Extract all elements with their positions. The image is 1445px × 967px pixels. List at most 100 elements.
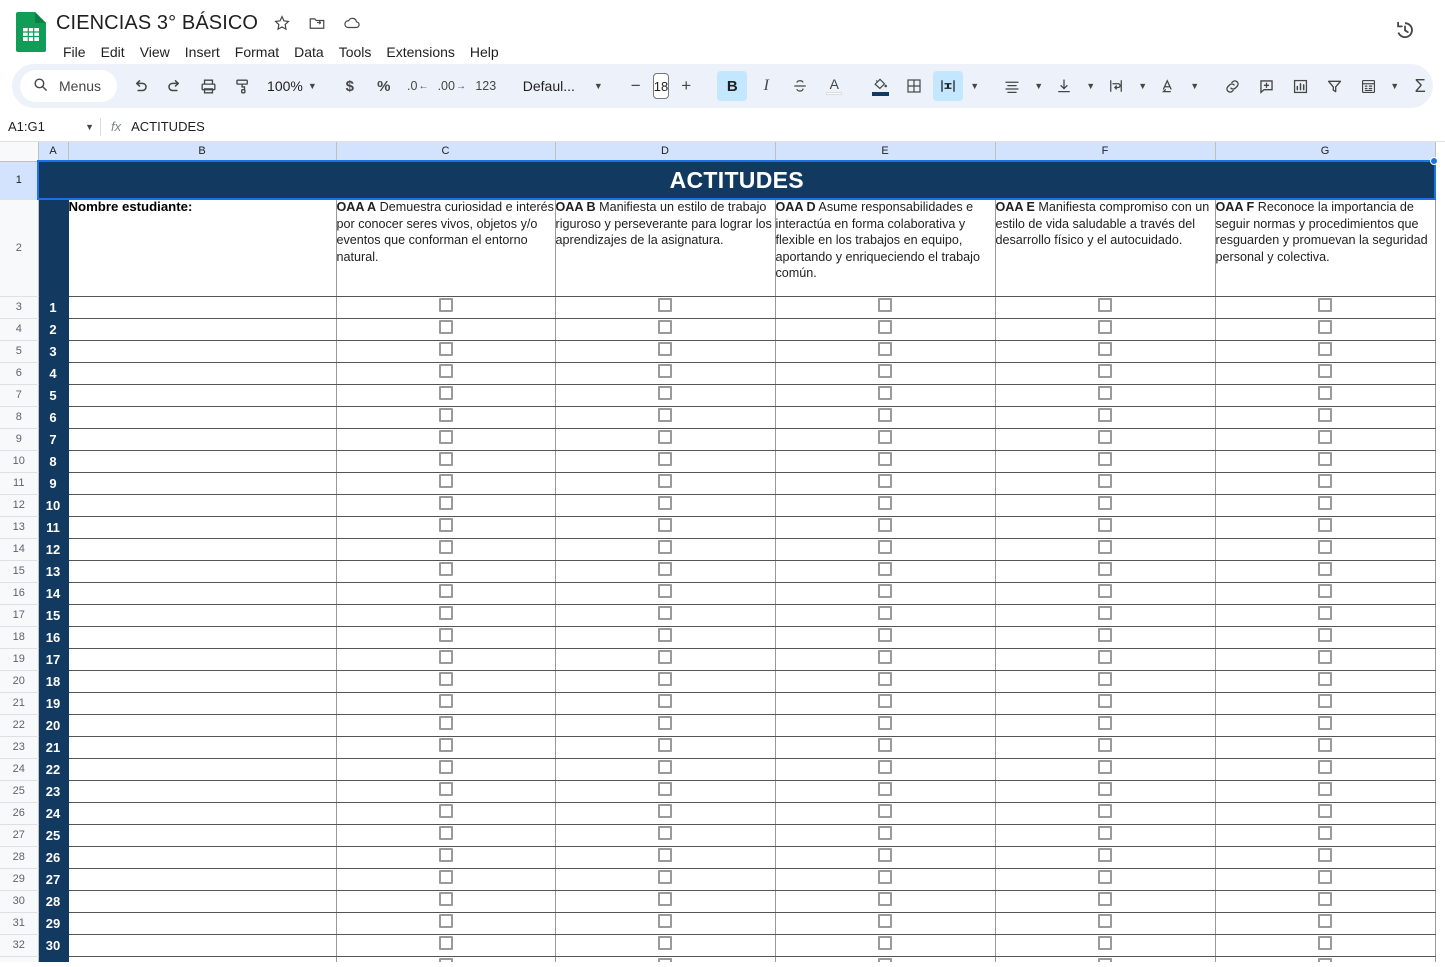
cell-checkbox[interactable] <box>775 824 996 847</box>
cell-student-name[interactable] <box>68 802 337 825</box>
row-header-31[interactable]: 31 <box>0 912 39 935</box>
cell-student-number[interactable]: 29 <box>38 912 69 935</box>
cell-checkbox[interactable] <box>336 516 556 539</box>
checkbox-unchecked-icon[interactable] <box>658 342 672 357</box>
checkbox-unchecked-icon[interactable] <box>1098 342 1112 357</box>
cell-checkbox[interactable] <box>555 934 776 957</box>
cell-checkbox[interactable] <box>1215 428 1436 451</box>
checkbox-unchecked-icon[interactable] <box>878 870 892 885</box>
checkbox-unchecked-icon[interactable] <box>878 914 892 929</box>
cell-checkbox[interactable] <box>555 626 776 649</box>
cell-nombre-estudiante[interactable]: Nombre estudiante: <box>68 199 337 297</box>
checkbox-unchecked-icon[interactable] <box>438 848 453 863</box>
cell-student-name[interactable] <box>68 516 337 539</box>
cell-student-number[interactable]: 28 <box>38 890 69 913</box>
checkbox-unchecked-icon[interactable] <box>1318 408 1332 423</box>
cell-student-number[interactable]: 5 <box>38 384 69 407</box>
checkbox-unchecked-icon[interactable] <box>438 958 453 962</box>
cell-checkbox[interactable] <box>1215 560 1436 583</box>
column-header-f[interactable]: F <box>995 142 1216 162</box>
cell-checkbox[interactable] <box>555 472 776 495</box>
cell-checkbox[interactable] <box>775 450 996 473</box>
cell-checkbox[interactable] <box>1215 846 1436 869</box>
cell-checkbox[interactable] <box>775 582 996 605</box>
cell-checkbox[interactable] <box>336 802 556 825</box>
checkbox-unchecked-icon[interactable] <box>878 320 892 335</box>
cell-checkbox[interactable] <box>1215 296 1436 319</box>
checkbox-unchecked-icon[interactable] <box>1318 474 1332 489</box>
checkbox-unchecked-icon[interactable] <box>878 782 892 797</box>
cell-checkbox[interactable] <box>555 846 776 869</box>
cell-checkbox[interactable] <box>775 516 996 539</box>
checkbox-unchecked-icon[interactable] <box>658 452 672 467</box>
checkbox-unchecked-icon[interactable] <box>878 430 892 445</box>
cell-student-number[interactable]: 3 <box>38 340 69 363</box>
cell-checkbox[interactable] <box>555 736 776 759</box>
cell-checkbox[interactable] <box>336 318 556 341</box>
undo-icon[interactable] <box>125 71 155 101</box>
checkbox-unchecked-icon[interactable] <box>878 628 892 643</box>
cell-checkbox[interactable] <box>775 692 996 715</box>
cell-student-name[interactable] <box>68 934 337 957</box>
checkbox-unchecked-icon[interactable] <box>658 782 672 797</box>
cell-checkbox[interactable] <box>995 626 1216 649</box>
cell-checkbox[interactable] <box>1215 802 1436 825</box>
checkbox-unchecked-icon[interactable] <box>658 408 672 423</box>
cell-checkbox[interactable] <box>995 340 1216 363</box>
menu-data[interactable]: Data <box>287 42 331 62</box>
checkbox-unchecked-icon[interactable] <box>438 606 453 621</box>
checkbox-unchecked-icon[interactable] <box>1098 606 1112 621</box>
cell-student-name[interactable] <box>68 296 337 319</box>
cell-checkbox[interactable] <box>336 824 556 847</box>
cell-student-name[interactable] <box>68 868 337 891</box>
row-header-13[interactable]: 13 <box>0 516 39 539</box>
row-header-6[interactable]: 6 <box>0 362 39 385</box>
checkbox-unchecked-icon[interactable] <box>1098 430 1112 445</box>
cell-checkbox[interactable] <box>775 406 996 429</box>
checkbox-unchecked-icon[interactable] <box>1098 320 1112 335</box>
checkbox-unchecked-icon[interactable] <box>658 584 672 599</box>
select-all-corner[interactable] <box>0 142 39 162</box>
checkbox-unchecked-icon[interactable] <box>1318 606 1332 621</box>
cell-student-number[interactable]: 4 <box>38 362 69 385</box>
cell-checkbox[interactable] <box>555 516 776 539</box>
checkbox-unchecked-icon[interactable] <box>438 716 453 731</box>
checkbox-unchecked-icon[interactable] <box>438 320 453 335</box>
cell-checkbox[interactable] <box>995 582 1216 605</box>
cell-checkbox[interactable] <box>336 604 556 627</box>
checkbox-unchecked-icon[interactable] <box>1318 716 1332 731</box>
cell-student-number[interactable]: 16 <box>38 626 69 649</box>
decrease-font-size-button[interactable]: − <box>621 71 651 101</box>
cell-checkbox[interactable] <box>995 362 1216 385</box>
cell-checkbox[interactable] <box>555 956 776 962</box>
cell-checkbox[interactable] <box>1215 406 1436 429</box>
cell-student-number[interactable]: 12 <box>38 538 69 561</box>
checkbox-unchecked-icon[interactable] <box>1318 518 1332 533</box>
checkbox-unchecked-icon[interactable] <box>658 936 672 951</box>
checkbox-unchecked-icon[interactable] <box>438 518 453 533</box>
cell-checkbox[interactable] <box>995 934 1216 957</box>
cell-checkbox[interactable] <box>995 868 1216 891</box>
horizontal-align-dropdown[interactable]: ▼ <box>1031 71 1045 101</box>
checkbox-unchecked-icon[interactable] <box>1098 870 1112 885</box>
cell-checkbox[interactable] <box>995 670 1216 693</box>
cell-checkbox[interactable] <box>775 890 996 913</box>
cell-student-number[interactable]: 18 <box>38 670 69 693</box>
checkbox-unchecked-icon[interactable] <box>1098 496 1112 511</box>
cell-checkbox[interactable] <box>995 450 1216 473</box>
row-header-24[interactable]: 24 <box>0 758 39 781</box>
row-header-26[interactable]: 26 <box>0 802 39 825</box>
checkbox-unchecked-icon[interactable] <box>1318 342 1332 357</box>
checkbox-unchecked-icon[interactable] <box>878 518 892 533</box>
fill-color-icon[interactable] <box>865 71 895 101</box>
cell-student-name[interactable] <box>68 912 337 935</box>
cell-student-name[interactable] <box>68 362 337 385</box>
vertical-align-dropdown[interactable]: ▼ <box>1083 71 1097 101</box>
row-header-16[interactable]: 16 <box>0 582 39 605</box>
cell-student-name[interactable] <box>68 890 337 913</box>
checkbox-unchecked-icon[interactable] <box>1098 914 1112 929</box>
checkbox-unchecked-icon[interactable] <box>878 826 892 841</box>
cell-checkbox[interactable] <box>995 560 1216 583</box>
checkbox-unchecked-icon[interactable] <box>1098 782 1112 797</box>
horizontal-align-icon[interactable] <box>997 71 1027 101</box>
